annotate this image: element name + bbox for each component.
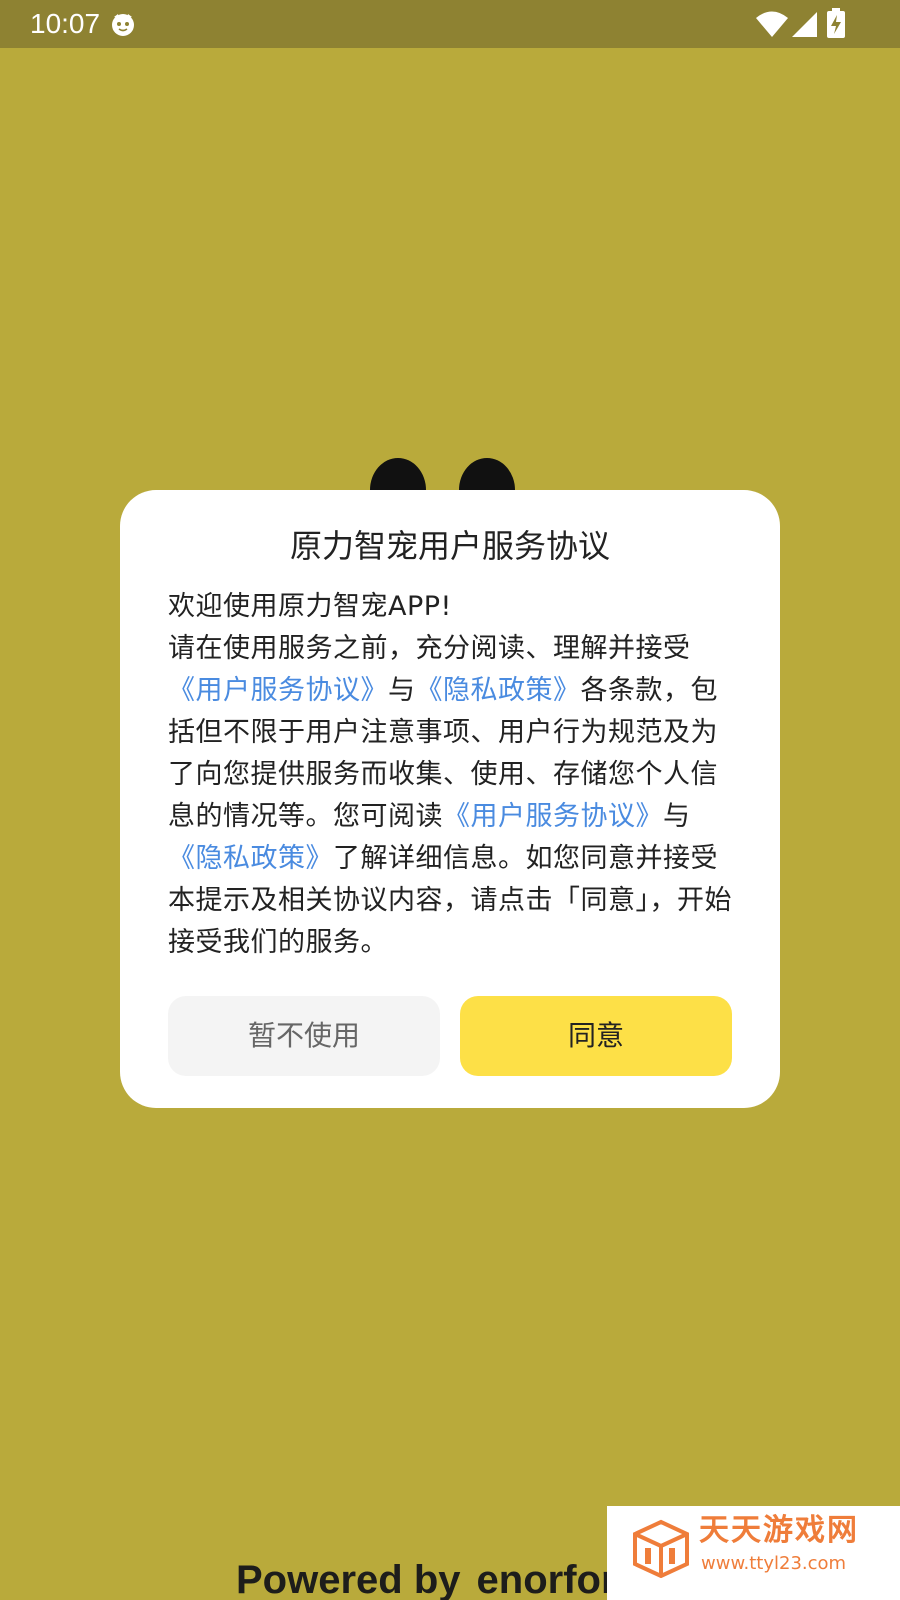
and-text: 与 — [388, 675, 416, 706]
user-agreement-link-2[interactable]: 《用户服务协议》 — [443, 801, 663, 832]
status-bar: 10:07 — [0, 0, 900, 48]
powered-by-text: Powered by — [236, 1558, 461, 1600]
welcome-text: 欢迎使用原力智宠APP! — [168, 591, 452, 622]
status-time: 10:07 — [30, 8, 101, 39]
decline-button[interactable]: 暂不使用 — [168, 996, 440, 1076]
app-notification-icon — [112, 14, 134, 36]
wifi-icon — [756, 11, 788, 37]
agreement-paragraph: 请在使用服务之前，充分阅读、理解并接受《用户服务协议》与《隐私政策》各条款，包括… — [168, 628, 736, 964]
dialog-body: 欢迎使用原力智宠APP! 请在使用服务之前，充分阅读、理解并接受《用户服务协议》… — [168, 586, 736, 964]
paragraph-part-1: 请在使用服务之前，充分阅读、理解并接受 — [168, 633, 691, 664]
dialog-title: 原力智宠用户服务协议 — [289, 527, 610, 565]
watermark: 天天游戏网 www.ttyl23.com — [607, 1506, 900, 1600]
battery-charging-icon — [827, 8, 845, 38]
and-text-2: 与 — [663, 801, 691, 832]
agreement-dialog: 原力智宠用户服务协议 欢迎使用原力智宠APP! 请在使用服务之前，充分阅读、理解… — [120, 490, 780, 1108]
watermark-url: www.ttyl23.com — [701, 1553, 847, 1574]
privacy-policy-link-2[interactable]: 《隐私政策》 — [168, 843, 333, 874]
brand-logo-text: enorfor — [476, 1558, 617, 1600]
agree-button[interactable]: 同意 — [460, 996, 732, 1076]
privacy-policy-link[interactable]: 《隐私政策》 — [416, 675, 581, 706]
user-agreement-link[interactable]: 《用户服务协议》 — [168, 675, 388, 706]
signal-icon — [792, 12, 817, 37]
watermark-logo-icon — [633, 1519, 689, 1578]
powered-by-footer: Powered by enorfor — [236, 1556, 617, 1600]
watermark-title: 天天游戏网 — [699, 1513, 859, 1548]
